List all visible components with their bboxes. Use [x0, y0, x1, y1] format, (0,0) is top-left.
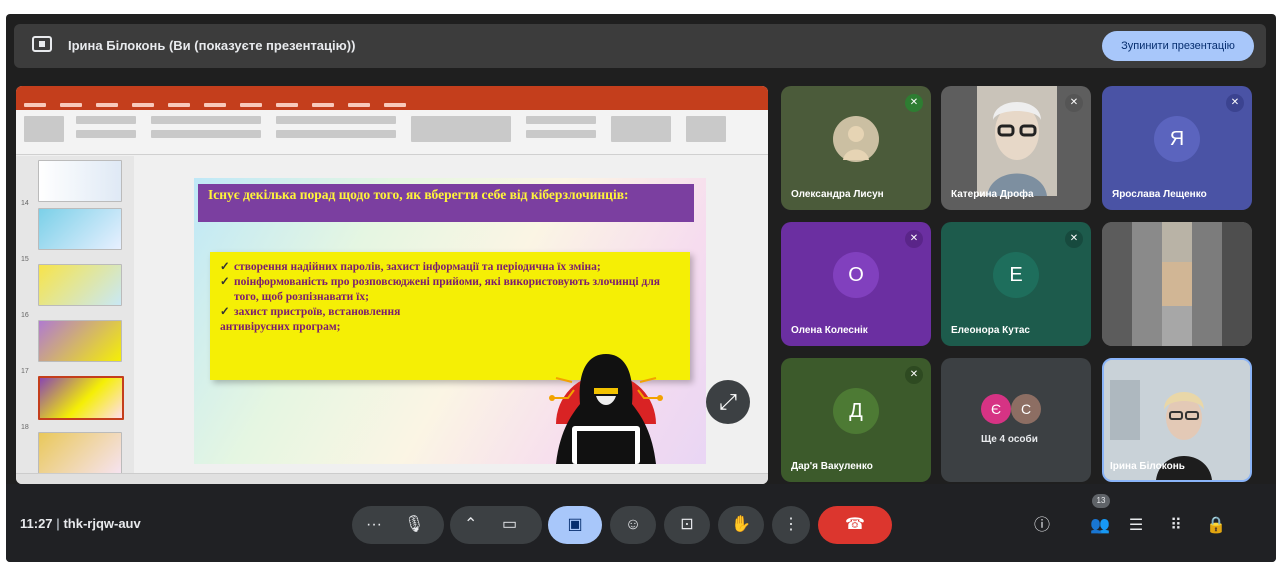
captions-icon[interactable]: ⊡ [664, 506, 710, 544]
bullet-item: створення надійних паролів, захист інфор… [220, 260, 680, 275]
info-icon[interactable]: ⓘ [1028, 512, 1056, 540]
more-vert-icon[interactable]: ⋮ [772, 506, 810, 544]
hacker-illustration [549, 354, 663, 464]
bullet-continuation: антивірусних програм; [220, 321, 341, 333]
powerpoint-tabs [16, 100, 768, 110]
avatar [833, 116, 879, 162]
meet-window: Ірина Білоконь (Ви (показуєте презентаці… [6, 14, 1276, 562]
people-count-badge: 13 [1092, 494, 1110, 508]
present-screen-icon[interactable]: ▣ [548, 506, 602, 544]
lock-icon[interactable]: 🔒 [1202, 512, 1230, 540]
powerpoint-statusbar [16, 473, 768, 484]
chat-icon[interactable]: ☰ [1122, 512, 1150, 540]
participant-tile[interactable]: ✕ Катерина Дрофа [941, 86, 1091, 210]
apps-icon[interactable]: ⠿ [1162, 512, 1190, 540]
mic-control[interactable]: ··· 🎙 [352, 506, 444, 544]
camera-icon[interactable]: ▭ [502, 506, 517, 544]
avatar: Д [833, 388, 879, 434]
meeting-time: 11:27 | thk-rjqw-auv [20, 516, 141, 531]
participant-video [977, 86, 1057, 196]
participant-name: Ірина Білоконь [1110, 461, 1185, 472]
participant-tile[interactable]: О ✕ Олена Колеснік [781, 222, 931, 346]
participant-tile[interactable]: ✕ Олександра Лисун [781, 86, 931, 210]
powerpoint-ribbon [16, 110, 768, 155]
presenting-bar: Ірина Білоконь (Ви (показуєте презентаці… [14, 24, 1266, 68]
bullet-item: захист пристроїв, встановлення [220, 305, 680, 320]
current-slide: Існує декілька порад щодо того, як вбере… [194, 178, 706, 464]
participant-tile-blurred[interactable] [1102, 222, 1252, 346]
emoji-icon[interactable]: ☺ [610, 506, 656, 544]
avatar: С [1011, 394, 1041, 424]
chevron-up-icon[interactable]: ⌃ [464, 506, 477, 544]
expand-icon[interactable]: ⤢ [706, 380, 750, 424]
mic-off-icon: ✕ [905, 230, 923, 248]
mic-off-icon: ✕ [1226, 94, 1244, 112]
self-tile[interactable]: Ірина Білоконь [1102, 358, 1252, 482]
avatar: Е [993, 252, 1039, 298]
participant-tile[interactable]: Д ✕ Дар'я Вакуленко [781, 358, 931, 482]
more-icon[interactable]: ··· [366, 506, 382, 544]
meeting-code: thk-rjqw-auv [63, 516, 141, 531]
end-call-icon[interactable]: ☎ [818, 506, 892, 544]
people-icon[interactable]: 👥 [1086, 512, 1114, 540]
shared-presentation: 14 15 16 17 18 Існує декілька порад щодо… [16, 86, 768, 484]
stop-presenting-button[interactable]: Зупинити презентацію [1102, 31, 1254, 61]
mic-off-icon: ✕ [905, 366, 923, 384]
present-icon [32, 36, 52, 52]
camera-control[interactable]: ⌃ ▭ [450, 506, 542, 544]
mic-icon[interactable]: 🎙 [404, 506, 424, 544]
control-bar: 11:27 | thk-rjqw-auv ··· 🎙 ⌃ ▭ ▣ ☺ ⊡ ✋ ⋮… [6, 484, 1276, 562]
participant-tile[interactable]: Е ✕ Елеонора Кутас [941, 222, 1091, 346]
participant-name: Ярослава Лещенко [1112, 189, 1207, 200]
raise-hand-icon[interactable]: ✋ [718, 506, 764, 544]
bullet-item: поінформованість про розповсюджені прийо… [220, 275, 680, 305]
mic-off-icon: ✕ [1065, 94, 1083, 112]
avatar: Я [1154, 116, 1200, 162]
slide-heading: Існує декілька порад щодо того, як вбере… [198, 184, 694, 222]
blurred-video [1102, 222, 1252, 346]
mic-off-icon: ✕ [905, 94, 923, 112]
slide-thumbnails: 14 15 16 17 18 [16, 156, 134, 474]
more-participants-tile[interactable]: Є С Ще 4 особи [941, 358, 1091, 482]
avatar: Є [981, 394, 1011, 424]
presenting-title: Ірина Білоконь (Ви (показуєте презентаці… [68, 38, 356, 53]
powerpoint-titlebar [16, 86, 768, 100]
participant-name: Олена Колеснік [791, 325, 868, 336]
participant-name: Елеонора Кутас [951, 325, 1030, 336]
participant-name: Олександра Лисун [791, 189, 884, 200]
participant-name: Дар'я Вакуленко [791, 461, 873, 472]
mic-off-icon: ✕ [1065, 230, 1083, 248]
participant-tile[interactable]: Я ✕ Ярослава Лещенко [1102, 86, 1252, 210]
participant-name: Катерина Дрофа [951, 189, 1034, 200]
more-participants-label: Ще 4 особи [981, 434, 1038, 445]
avatar: О [833, 252, 879, 298]
